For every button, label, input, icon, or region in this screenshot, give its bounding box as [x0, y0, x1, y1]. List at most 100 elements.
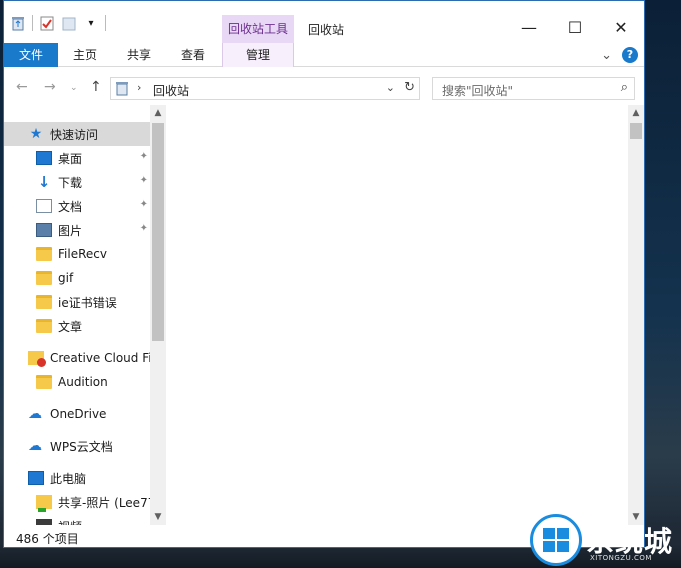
- breadcrumb-chevron-icon[interactable]: ›: [137, 81, 141, 94]
- watermark-subtext: XITONGZU.COM: [590, 554, 652, 562]
- recent-locations-icon[interactable]: ⌄: [70, 83, 78, 93]
- folder-icon: [36, 319, 52, 333]
- folder-icon: [36, 271, 52, 285]
- nav-item-label: Audition: [58, 375, 108, 389]
- nav-item-label: 视频: [58, 518, 82, 526]
- nav-item-wps-cloud[interactable]: ☁ WPS云文档: [4, 434, 150, 458]
- folder-icon: [36, 247, 52, 261]
- nav-item-label: 下载: [58, 175, 83, 190]
- nav-item-quick-access[interactable]: ★ 快速访问: [4, 122, 150, 146]
- window-controls: — ☐ ✕: [506, 11, 644, 43]
- nav-item-label: Creative Cloud Fil: [50, 351, 150, 365]
- nav-item-onedrive[interactable]: ☁ OneDrive: [4, 402, 150, 426]
- toolbar-separator: [32, 15, 33, 31]
- nav-item-label: 文档: [58, 199, 83, 214]
- nav-item-videos[interactable]: 视频: [4, 514, 150, 525]
- folder-icon: [36, 375, 52, 389]
- minimize-button[interactable]: —: [506, 11, 552, 43]
- search-icon[interactable]: ⌕: [621, 80, 628, 95]
- nav-item-filerecv[interactable]: FileRecv: [4, 242, 150, 266]
- nav-item-label: OneDrive: [50, 407, 107, 421]
- onedrive-icon: ☁: [28, 406, 42, 422]
- customize-toolbar-icon[interactable]: ▾: [83, 15, 99, 31]
- recycle-bin-tools-tab[interactable]: 回收站工具: [222, 15, 294, 43]
- new-folder-icon[interactable]: [61, 15, 77, 31]
- expand-ribbon-icon[interactable]: ⌄: [601, 48, 612, 63]
- document-icon: [36, 199, 52, 213]
- nav-item-label: 快速访问: [50, 127, 99, 142]
- scroll-up-icon[interactable]: ▲: [628, 105, 644, 121]
- computer-icon: [28, 471, 44, 485]
- pin-icon[interactable]: ✦: [140, 199, 148, 210]
- navigation-pane: ★ 快速访问 桌面 ✦ ↓ 下载 ✦ 文档 ✦ 图片 ✦ FileRecv gi…: [4, 105, 166, 525]
- creative-cloud-icon: [28, 351, 46, 367]
- refresh-icon[interactable]: ↻: [404, 80, 415, 95]
- nav-item-label: gif: [58, 271, 74, 285]
- nav-item-shared-photos[interactable]: 共享-照片 (Lee77: [4, 490, 150, 514]
- forward-arrow-icon[interactable]: →: [44, 79, 56, 95]
- pin-icon[interactable]: ✦: [140, 151, 148, 162]
- up-arrow-icon[interactable]: ↑: [90, 79, 102, 95]
- search-input[interactable]: 搜索"回收站" ⌕: [432, 77, 635, 100]
- help-icon[interactable]: ?: [622, 47, 638, 63]
- nav-item-label: ie证书错误: [58, 295, 117, 310]
- ribbon-tabs: 文件 主页 共享 查看 管理 ⌄ ?: [4, 43, 644, 67]
- item-count: 486 个项目: [16, 532, 79, 546]
- tab-share[interactable]: 共享: [114, 43, 164, 67]
- scroll-up-icon[interactable]: ▲: [150, 105, 166, 121]
- nav-item-this-pc[interactable]: 此电脑: [4, 466, 150, 490]
- scroll-down-icon[interactable]: ▼: [150, 509, 166, 525]
- nav-item-gif[interactable]: gif: [4, 266, 150, 290]
- nav-item-audition[interactable]: Audition: [4, 370, 150, 394]
- address-bar[interactable]: › 回收站 ⌄ ↻: [110, 77, 420, 100]
- ribbon-right-controls: ⌄ ?: [601, 47, 638, 63]
- toolbar-separator: [105, 15, 106, 31]
- pin-icon[interactable]: ✦: [140, 223, 148, 234]
- star-icon: ★: [29, 126, 43, 142]
- address-row: ← → ⌄ ↑ › 回收站 ⌄ ↻ 搜索"回收站" ⌕: [4, 73, 644, 103]
- nav-item-label: FileRecv: [58, 247, 107, 261]
- nav-item-downloads[interactable]: ↓ 下载 ✦: [4, 170, 150, 194]
- download-icon: ↓: [37, 173, 51, 191]
- nav-item-articles[interactable]: 文章: [4, 314, 150, 338]
- watermark-logo: 系统城 XITONGZU.COM: [530, 514, 681, 568]
- nav-item-label: WPS云文档: [50, 439, 113, 454]
- scrollbar-thumb[interactable]: [152, 123, 164, 341]
- nav-item-label: 文章: [58, 319, 83, 334]
- file-explorer-window: ▾ 回收站工具 回收站 — ☐ ✕ 文件 主页 共享 查看 管理 ⌄ ? ← →…: [3, 0, 645, 548]
- nav-item-documents[interactable]: 文档 ✦: [4, 194, 150, 218]
- back-arrow-icon[interactable]: ←: [16, 79, 28, 95]
- title-bar: ▾ 回收站工具 回收站 — ☐ ✕: [4, 1, 644, 43]
- recycle-bin-icon: [115, 81, 129, 96]
- recycle-bin-icon: [10, 15, 26, 31]
- nav-item-pictures[interactable]: 图片 ✦: [4, 218, 150, 242]
- nav-item-label: 此电脑: [50, 471, 87, 486]
- nav-item-desktop[interactable]: 桌面 ✦: [4, 146, 150, 170]
- nav-item-label: 桌面: [58, 151, 83, 166]
- close-button[interactable]: ✕: [598, 11, 644, 43]
- pictures-icon: [36, 223, 52, 237]
- folder-icon: [36, 295, 52, 309]
- window-title: 回收站: [308, 23, 345, 37]
- file-list-area[interactable]: [166, 105, 628, 525]
- tab-manage[interactable]: 管理: [222, 43, 294, 67]
- desktop-icon: [36, 151, 52, 165]
- nav-item-creative-cloud[interactable]: Creative Cloud Fil: [4, 346, 150, 370]
- search-placeholder: 搜索"回收站": [442, 84, 514, 98]
- address-dropdown-icon[interactable]: ⌄: [386, 81, 395, 94]
- breadcrumb[interactable]: 回收站: [153, 82, 189, 99]
- content-scrollbar[interactable]: ▲ ▼: [628, 105, 644, 525]
- maximize-button[interactable]: ☐: [552, 11, 598, 43]
- nav-item-label: 图片: [58, 223, 83, 238]
- nav-item-ie-cert-error[interactable]: ie证书错误: [4, 290, 150, 314]
- pin-icon[interactable]: ✦: [140, 175, 148, 186]
- scrollbar-thumb[interactable]: [630, 123, 642, 139]
- tab-view[interactable]: 查看: [168, 43, 218, 67]
- tab-home[interactable]: 主页: [60, 43, 110, 67]
- navigation-scrollbar[interactable]: ▲ ▼: [150, 105, 166, 525]
- properties-icon[interactable]: [39, 15, 55, 31]
- nav-item-label: 共享-照片 (Lee77: [58, 495, 150, 510]
- shared-folder-icon: [36, 495, 52, 512]
- quick-access-toolbar: ▾: [10, 15, 106, 31]
- tab-file[interactable]: 文件: [4, 43, 58, 67]
